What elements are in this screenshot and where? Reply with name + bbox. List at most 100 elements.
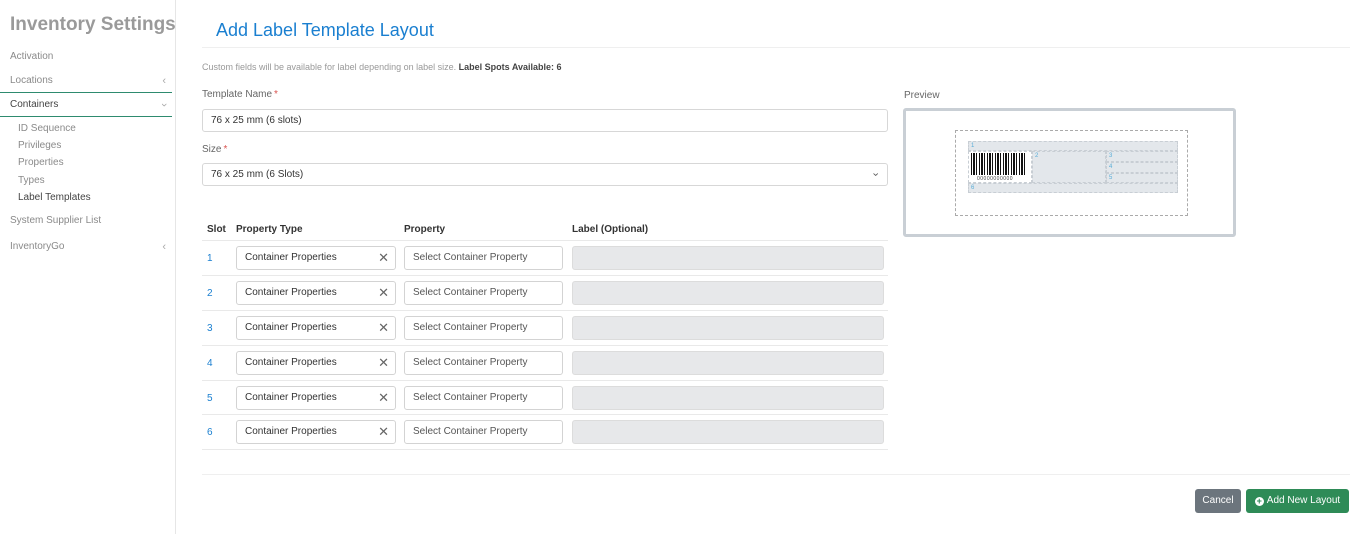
sidebar-divider [0,116,172,117]
property-select[interactable]: Select Container Property [404,246,563,270]
slot-number: 6 [207,427,213,438]
sidebar-item-system-supplier-list[interactable]: System Supplier List [10,215,170,226]
sidebar-subitem-types[interactable]: Types [18,175,45,186]
table-row: 3 Container Properties ✕ Select Containe… [202,310,888,345]
sidebar-subitem-id-sequence[interactable]: ID Sequence [18,123,76,134]
sidebar-item-label: Activation [10,51,54,62]
info-description: Custom fields will be available for labe… [202,62,457,72]
label-input[interactable] [572,351,884,375]
property-type-select[interactable]: Container Properties ✕ [236,316,396,340]
label-spots-available: Label Spots Available: 6 [458,62,562,72]
preview-slot-6: 6 [968,183,1178,193]
close-icon[interactable]: ✕ [378,387,389,409]
barcode-image [971,153,1027,175]
close-icon[interactable]: ✕ [378,421,389,443]
sidebar-item-label: Locations [10,75,53,86]
property-type-select[interactable]: Container Properties ✕ [236,281,396,305]
plus-circle-icon: + [1254,496,1264,506]
add-new-layout-label: Add New Layout [1266,495,1341,506]
chevron-down-icon: › [869,172,882,177]
label-input[interactable] [572,386,884,410]
sidebar-item-activation[interactable]: Activation [10,51,170,62]
sidebar-item-label: Containers [10,99,59,110]
property-select[interactable]: Select Container Property [404,386,563,410]
property-type-value: Container Properties [245,252,337,263]
property-type-select[interactable]: Container Properties ✕ [236,386,396,410]
cancel-button[interactable]: Cancel [1195,489,1241,513]
header-label-optional: Label (Optional) [572,224,649,235]
property-placeholder: Select Container Property [413,392,528,403]
sidebar: Inventory Settings Activation Locations … [0,0,176,534]
sidebar-item-label: InventoryGo [10,241,65,252]
sidebar-item-locations[interactable]: Locations ‹ [10,75,170,87]
required-marker: * [274,89,278,100]
property-type-select[interactable]: Container Properties ✕ [236,246,396,270]
title-divider [202,47,1350,48]
close-icon[interactable]: ✕ [378,352,389,374]
slot-number: 1 [207,253,213,264]
property-type-value: Container Properties [245,287,337,298]
slot-number: 5 [207,393,213,404]
sidebar-item-label: System Supplier List [10,215,102,226]
property-placeholder: Select Container Property [413,287,528,298]
table-row: 1 Container Properties ✕ Select Containe… [202,240,888,275]
label-input[interactable] [572,246,884,270]
table-bottom-border [202,449,888,450]
slot-number: 4 [207,358,213,369]
template-name-label-text: Template Name [202,89,273,100]
label-outline: 1 00000000000 2 3 4 5 6 [955,130,1188,216]
property-type-value: Container Properties [245,322,337,333]
sidebar-item-inventorygo[interactable]: InventoryGo ‹ [10,241,170,253]
add-new-layout-button[interactable]: + Add New Layout [1246,489,1349,513]
page-title: Add Label Template Layout [216,20,434,40]
size-label: Size * [202,144,227,155]
size-label-text: Size [202,144,222,155]
property-type-value: Container Properties [245,426,337,437]
label-preview: 1 00000000000 2 3 4 5 6 [903,108,1236,237]
preview-slot-4: 4 [1106,162,1178,173]
label-input[interactable] [572,316,884,340]
sidebar-subitem-privileges[interactable]: Privileges [18,140,61,151]
header-slot: Slot [207,224,226,235]
table-row: 4 Container Properties ✕ Select Containe… [202,345,888,380]
property-placeholder: Select Container Property [413,322,528,333]
property-type-select[interactable]: Container Properties ✕ [236,420,396,444]
close-icon[interactable]: ✕ [378,247,389,269]
size-value: 76 x 25 mm (6 Slots) [211,169,304,180]
sidebar-title: Inventory Settings [10,14,176,35]
preview-label: Preview [904,90,940,101]
sidebar-subitem-properties[interactable]: Properties [18,157,64,168]
footer-divider [202,474,1350,475]
template-name-input[interactable]: 76 x 25 mm (6 slots) [202,109,888,132]
header-property-type: Property Type [236,224,303,235]
property-placeholder: Select Container Property [413,357,528,368]
sidebar-item-containers[interactable]: Containers › [10,99,170,110]
property-select[interactable]: Select Container Property [404,351,563,375]
property-placeholder: Select Container Property [413,252,528,263]
info-text: Custom fields will be available for labe… [202,62,562,72]
preview-slot-2: 2 [1032,151,1106,183]
required-marker: * [223,144,228,155]
slot-number: 3 [207,323,213,334]
close-icon[interactable]: ✕ [378,317,389,339]
size-select[interactable]: 76 x 25 mm (6 Slots) › [202,163,888,186]
close-icon[interactable]: ✕ [378,282,389,304]
table-row: 6 Container Properties ✕ Select Containe… [202,414,888,449]
sidebar-subitem-label-templates[interactable]: Label Templates [18,192,91,203]
property-select[interactable]: Select Container Property [404,281,563,305]
property-type-value: Container Properties [245,357,337,368]
chevron-down-icon: › [158,103,171,107]
property-select[interactable]: Select Container Property [404,420,563,444]
chevron-left-icon: ‹ [162,75,166,87]
preview-slot-5: 5 [1106,173,1178,183]
slot-number: 2 [207,288,213,299]
property-type-select[interactable]: Container Properties ✕ [236,351,396,375]
label-input[interactable] [572,281,884,305]
chevron-left-icon: ‹ [162,241,166,253]
label-input[interactable] [572,420,884,444]
property-select[interactable]: Select Container Property [404,316,563,340]
preview-slot-3: 3 [1106,151,1178,162]
property-placeholder: Select Container Property [413,426,528,437]
table-row: 2 Container Properties ✕ Select Containe… [202,275,888,310]
sidebar-divider [0,92,172,93]
